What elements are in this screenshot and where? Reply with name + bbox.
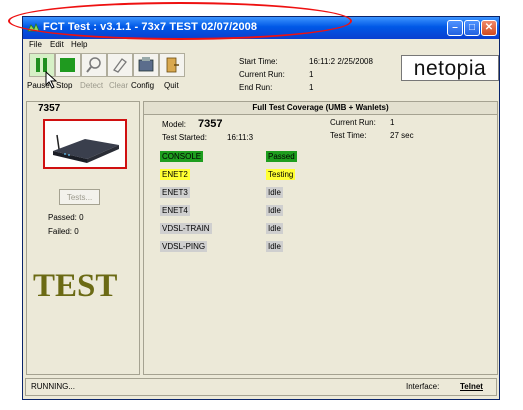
menu-edit[interactable]: Edit [50,40,64,49]
test-row: VDSL-PING Idle [160,241,480,255]
passed-count: Passed: 0 [48,213,84,222]
model-label: Model: [162,120,187,129]
test-time-label: Test Time: [330,131,367,140]
close-button[interactable]: ✕ [481,20,497,36]
current-run-label-right: Current Run: [330,118,376,127]
test-status: Passed [266,151,297,162]
interface-value[interactable]: Telnet [460,382,483,391]
detect-icon [86,57,101,73]
test-status: Idle [266,187,283,198]
start-time-label: Start Time: [239,57,278,66]
test-status: Idle [266,205,283,216]
start-time-value: 16:11:2 2/25/2008 [309,57,373,66]
current-run-value-right: 1 [390,118,395,127]
clear-button[interactable] [107,53,133,77]
test-name: ENET3 [160,187,190,198]
device-id: 7357 [38,103,61,114]
test-name: ENET2 [160,169,190,180]
status-text: RUNNING... [31,382,75,391]
test-row: ENET3 Idle [160,187,480,201]
detect-button[interactable] [81,53,107,77]
end-run-label: End Run: [239,83,273,92]
test-status: Testing [266,169,296,180]
annotation-ellipse [8,2,352,40]
test-coverage-panel: Full Test Coverage (UMB + Wanlets) Model… [143,101,498,375]
quit-label: Quit [164,81,179,90]
test-name: CONSOLE [160,151,204,162]
menu-file[interactable]: File [29,40,42,49]
quit-icon [166,57,179,73]
menu-help[interactable]: Help [71,40,87,49]
test-name: VDSL-PING [160,241,208,252]
test-status: Idle [266,241,283,252]
minimize-button[interactable]: – [447,20,463,36]
stop-icon [60,58,75,72]
detect-label: Detect [80,81,104,90]
clear-label: Clear [109,81,129,90]
config-icon [138,57,154,72]
maximize-button[interactable]: □ [464,20,480,36]
test-name: VDSL-TRAIN [160,223,212,234]
test-name: ENET4 [160,205,190,216]
current-run-label: Current Run: [239,70,285,79]
app-window: FCT Test : v3.1.1 - 73x7 TEST 02/07/2008… [22,16,500,400]
device-image [43,119,127,169]
test-status: Idle [266,223,283,234]
toolbar: Pause Stop Detect Clear Config Quit Star… [23,51,499,101]
device-panel: 7357 Tests... Passed: 0 Failed: 0 TEST [26,101,140,375]
test-row: ENET4 Idle [160,205,480,219]
model-value: 7357 [198,118,223,130]
test-mode-text: TEST [33,268,118,304]
interface-label: Interface: [406,382,440,391]
test-row: VDSL-TRAIN Idle [160,223,480,237]
mouse-cursor-icon [45,71,58,89]
coverage-header: Full Test Coverage (UMB + Wanlets) [144,102,497,115]
test-row: CONSOLE Passed [160,151,480,165]
menu-bar: File Edit Help [23,39,499,51]
router-icon [53,134,119,163]
current-run-value: 1 [309,70,314,79]
config-button[interactable] [133,53,159,77]
failed-count: Failed: 0 [48,227,79,236]
test-started-label: Test Started: [162,133,207,142]
test-list: CONSOLE Passed ENET2 Testing ENET3 Idle … [160,151,480,271]
test-started-value: 16:11:3 [227,133,254,142]
tests-button[interactable]: Tests... [59,189,100,205]
config-label: Config [131,81,155,90]
netopia-logo: netopia [401,55,499,81]
status-bar: RUNNING... Interface: Telnet [25,378,497,396]
end-run-value: 1 [309,83,314,92]
clear-icon [113,58,127,73]
test-row: ENET2 Testing [160,169,480,183]
test-time-value: 27 sec [390,131,414,140]
quit-button[interactable] [159,53,185,77]
